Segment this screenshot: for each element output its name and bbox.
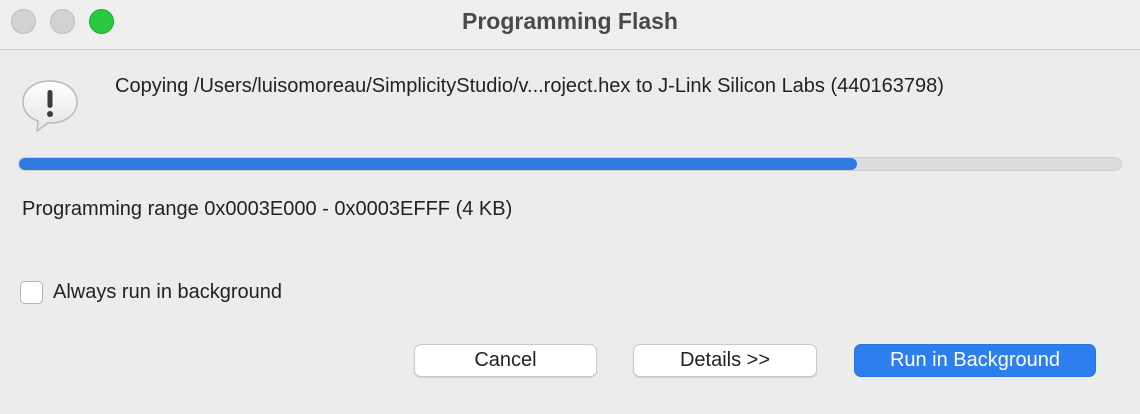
details-button[interactable]: Details >> [633,344,817,377]
progress-bar [18,157,1122,171]
always-run-in-background-checkbox[interactable] [20,280,43,304]
programming-status: Programming range 0x0003E000 - 0x0003EFF… [22,198,513,220]
alert-speech-bubble-icon [20,78,82,134]
always-run-in-background-label[interactable]: Always run in background [53,281,282,304]
cancel-button[interactable]: Cancel [414,344,597,377]
run-in-background-button[interactable]: Run in Background [854,344,1096,377]
progress-bar-fill [19,158,857,170]
window-title: Programming Flash [462,8,678,34]
title-bar: Programming Flash [0,0,1140,50]
always-run-in-background-option[interactable]: Always run in background [20,279,282,305]
copy-message: Copying /Users/luisomoreau/SimplicityStu… [115,75,944,97]
programming-flash-dialog: Programming Flash Copying /Users/luisomo… [0,0,1140,414]
